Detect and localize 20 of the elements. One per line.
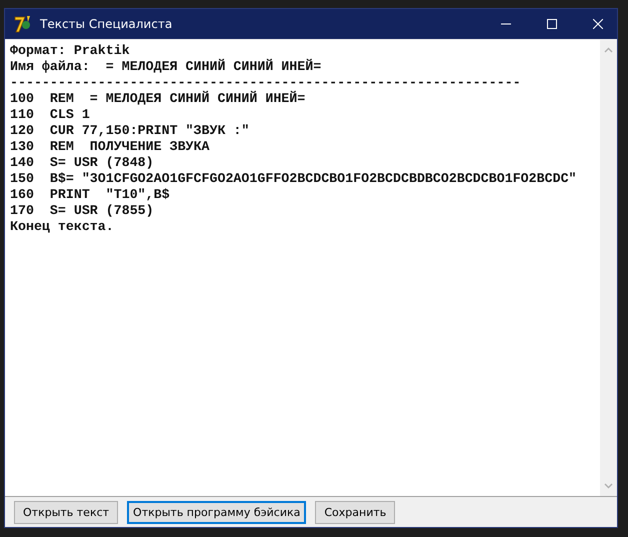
action-button[interactable]: Сохранить [315, 500, 396, 524]
action-button[interactable]: Открыть программу бэйсика [127, 500, 306, 524]
text-line: Конец текста. [10, 219, 115, 235]
maximize-icon[interactable] [547, 19, 557, 29]
window-title: Тексты Специалиста [40, 17, 174, 31]
action-button[interactable]: Открыть текст [14, 500, 118, 524]
text-line: 110 CLS 1 [10, 107, 91, 123]
text-line: 100 REM = МЕЛОДЕЯ СИНИЙ СИНИЙ ИНЕЙ= [10, 91, 306, 107]
text-line: 130 REM ПОЛУЧЕНИЕ ЗВУКА [10, 139, 210, 155]
text-line: ---------------------------------------------------------------- [10, 75, 522, 90]
text-line: 150 B$= "3O1CFGO2AO1GFCFGO2AO1GFFO2BCDCBO1FO2BCDCBDBCO2BCDCBO1FO2BCDC" [10, 171, 578, 187]
close-icon[interactable] [593, 19, 603, 29]
text-area[interactable] [5, 40, 617, 497]
text-line: 170 S= USR (7855) [10, 203, 155, 219]
text-line: Формат: Praktik [10, 43, 131, 59]
text-line: 160 PRINT "T10",B$ [10, 187, 171, 203]
text-line: Имя файла: = МЕЛОДЕЯ СИНИЙ СИНИЙ ИНЕЙ= [10, 59, 322, 75]
text-line: 120 CUR 77,150:PRINT "ЗВУК :" [10, 123, 250, 139]
text-line: 140 S= USR (7848) [10, 155, 155, 171]
app-icon [13, 14, 33, 34]
